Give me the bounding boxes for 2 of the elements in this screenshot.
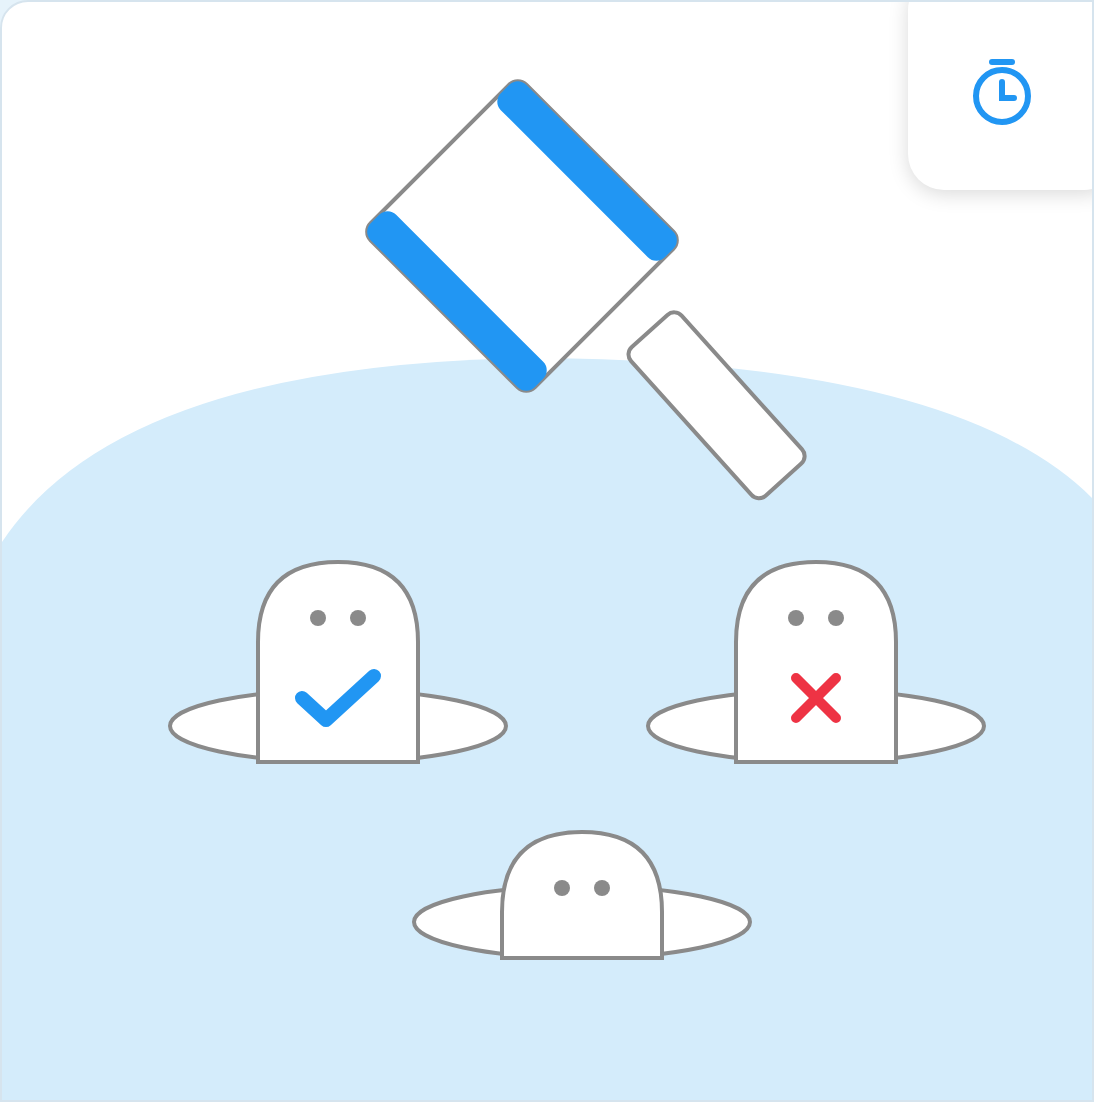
timer-button[interactable]: [908, 2, 1092, 190]
timer-icon: [968, 56, 1036, 128]
